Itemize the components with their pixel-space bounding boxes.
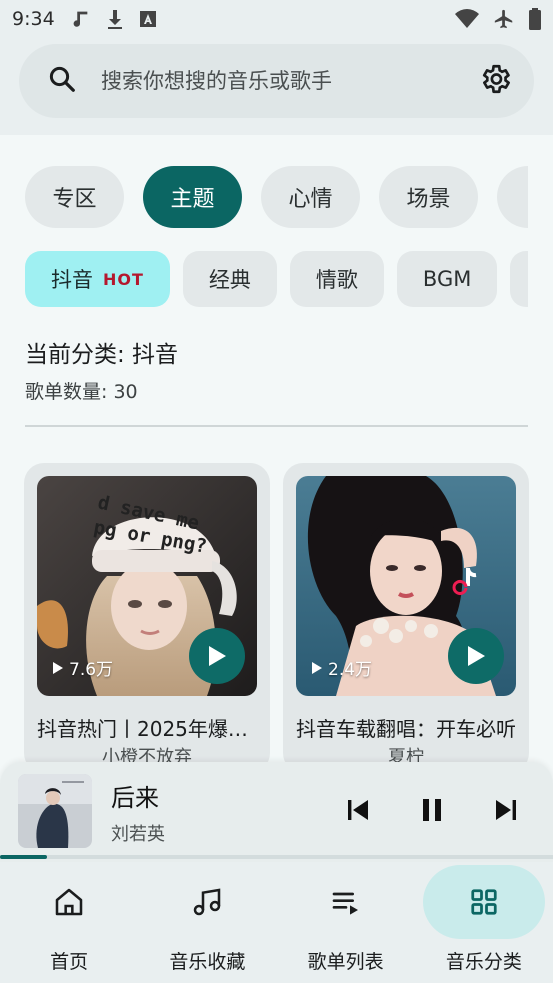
previous-button[interactable]: [340, 792, 376, 828]
play-count: 2.4万: [312, 655, 372, 680]
nav-label: 首页: [50, 951, 89, 973]
nav-item-home[interactable]: 首页: [0, 862, 138, 983]
nav-label: 音乐收藏: [169, 951, 246, 973]
playlist-title: 抖音热门丨2025年爆款热歌: [37, 717, 261, 741]
search-input[interactable]: [101, 69, 478, 93]
subcategory-chip[interactable]: 演: [510, 251, 528, 307]
nav-item-favorites[interactable]: 音乐收藏: [138, 862, 276, 983]
battery-icon: [529, 8, 541, 30]
header: [0, 38, 553, 135]
grid-icon: [471, 889, 497, 915]
download-icon: [105, 8, 125, 30]
playlist-card[interactable]: 2.4万 抖音车载翻唱：开车必听 夏柠: [283, 463, 529, 773]
search-icon[interactable]: [47, 64, 77, 98]
playlist-cover: 2.4万: [296, 476, 516, 696]
category-chip[interactable]: 专区: [25, 166, 124, 228]
gear-icon[interactable]: [478, 62, 512, 100]
pause-button[interactable]: [414, 792, 450, 828]
play-count-value: 2.4万: [328, 660, 373, 680]
playlist-title: 抖音车载翻唱：开车必听: [296, 717, 516, 741]
nav-label: 音乐分类: [445, 951, 522, 973]
play-small-icon: [312, 661, 322, 674]
music-notes-icon: [194, 888, 221, 916]
playlist-count: 歌单数量: 30: [25, 381, 138, 403]
nav-item-playlists[interactable]: 歌单列表: [277, 862, 415, 983]
app-screen: 9:34 搜索你想搜的音乐或歌手 专区 主题 心情 场景 抖音 HOT 经典 情…: [0, 0, 553, 983]
subcategory-chip[interactable]: BGM: [396, 251, 498, 307]
subcategory-chip[interactable]: 情歌: [289, 251, 384, 307]
play-button[interactable]: [189, 628, 245, 684]
progress-fill: [0, 855, 47, 859]
a-box-icon: [139, 10, 157, 28]
playlist-icon: [332, 892, 358, 915]
pause-icon: [423, 799, 441, 821]
current-category: 当前分类: 抖音: [25, 342, 179, 368]
subcategory-chip[interactable]: 经典: [182, 251, 277, 307]
skip-next-icon: [496, 800, 516, 820]
category-chip-active[interactable]: 主题: [143, 166, 242, 228]
play-icon: [468, 646, 485, 666]
playlist-cover: d save me pg or png? 7.6万: [37, 476, 257, 696]
category-chip[interactable]: 心情: [261, 166, 360, 228]
status-bar: 9:34: [0, 0, 553, 38]
play-count: 7.6万: [53, 655, 113, 680]
category-info: 当前分类: 抖音 歌单数量: 30: [25, 335, 178, 404]
nav-label: 歌单列表: [307, 951, 384, 973]
subcategory-label: 抖音: [51, 268, 93, 292]
hot-badge: HOT: [103, 269, 144, 289]
sub-category-tabs: 抖音 HOT 经典 情歌 BGM 演: [25, 251, 528, 307]
play-icon: [209, 646, 226, 666]
category-chip[interactable]: 年: [497, 166, 528, 228]
now-playing-cover[interactable]: [18, 774, 92, 848]
wifi-icon: [455, 9, 479, 29]
playback-progress[interactable]: [0, 855, 553, 859]
play-button[interactable]: [448, 628, 504, 684]
play-small-icon: [53, 661, 63, 674]
mini-player[interactable]: 后来 刘若英: [0, 762, 553, 862]
divider: [25, 425, 528, 427]
category-chip[interactable]: 场景: [379, 166, 478, 228]
main-category-tabs: 专区 主题 心情 场景 年: [25, 166, 528, 228]
airplane-icon: [493, 8, 515, 30]
now-playing-title: 后来: [111, 784, 159, 812]
playlist-card[interactable]: d save me pg or png? 7.6万 抖音热门丨2025年爆款热歌…: [24, 463, 270, 773]
subcategory-chip-active[interactable]: 抖音 HOT: [25, 251, 170, 307]
search-bar[interactable]: [19, 44, 534, 118]
music-note-icon: [69, 8, 91, 30]
skip-previous-icon: [348, 800, 368, 820]
next-button[interactable]: [488, 792, 524, 828]
home-icon: [55, 888, 83, 916]
play-count-value: 7.6万: [69, 660, 114, 680]
bottom-nav: 首页 音乐收藏 歌单列表 音乐分类: [0, 862, 553, 983]
now-playing-artist: 刘若英: [111, 824, 165, 845]
status-time: 9:34: [12, 8, 55, 30]
nav-item-categories[interactable]: 音乐分类: [415, 862, 553, 983]
